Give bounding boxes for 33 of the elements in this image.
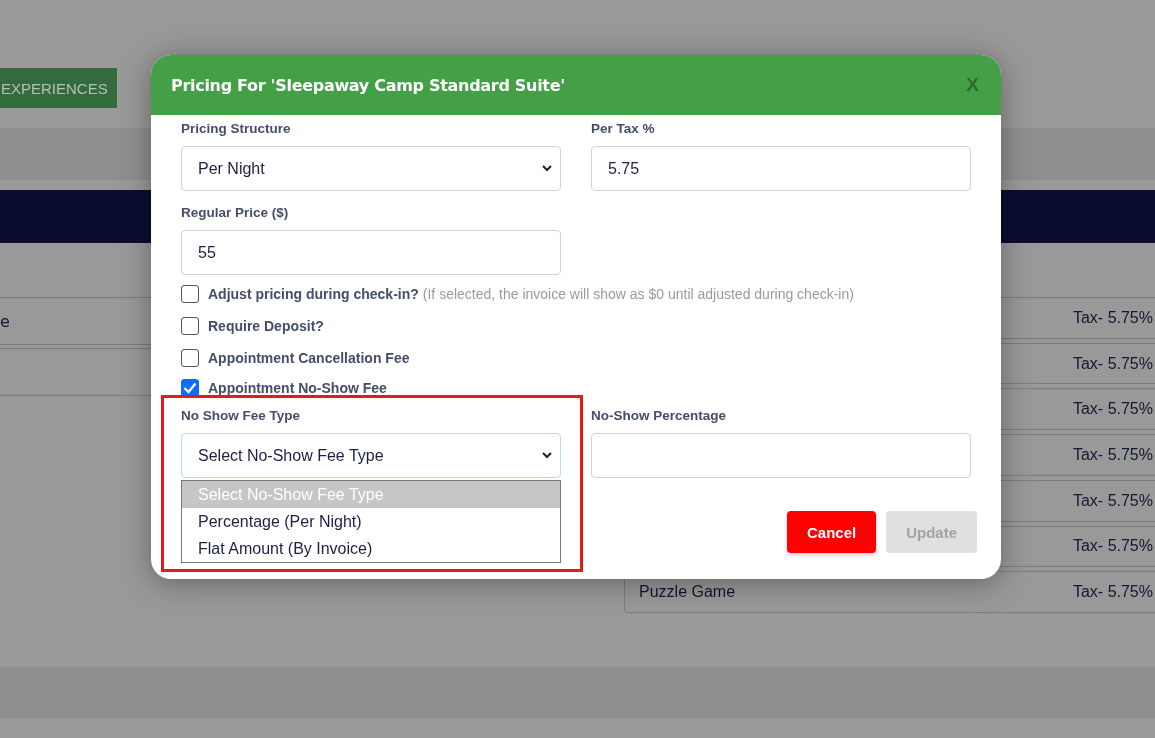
dialog-title: Pricing For 'Sleepaway Camp Standard Suite' (171, 75, 565, 95)
field-label: No Show Fee Type (181, 407, 301, 424)
field-label: Regular Price ($) (181, 204, 290, 221)
item-tax: Tax- 5.75% (1072, 491, 1153, 510)
chevron-icon (542, 452, 552, 459)
checkbox-label: Appointment Cancellation Fee (208, 350, 410, 366)
cancel-button[interactable]: Cancel (786, 511, 877, 553)
chevron-icon (542, 165, 552, 172)
item-tax: Tax- 5.75% (1072, 308, 1153, 327)
price-input[interactable]: 55 (181, 230, 561, 275)
checkbox-label: Appointment No-Show Fee (208, 380, 387, 396)
item-tax: Tax- 5.75% (1072, 583, 1153, 602)
item-tax: Tax- 5.75% (1072, 446, 1153, 464)
tax-input[interactable]: 5.75 (591, 146, 971, 191)
dropdown-option[interactable]: Percentage (Per Night) (182, 508, 560, 535)
item-tax: Tax- 5.75% (1072, 354, 1153, 373)
row-text: e (0, 311, 10, 331)
fee-type-select[interactable]: Select No-Show Fee Type (181, 433, 561, 478)
item-name: Puzzle Game (639, 583, 736, 602)
checkbox-label: Adjust pricing during check-in? (208, 286, 419, 302)
checkbox-note: (If selected, the invoice will show as $0 until adjusted during check-in) (422, 286, 854, 302)
item-tax: Tax- 5.75% (1072, 400, 1153, 419)
percentage-input[interactable] (591, 433, 971, 478)
checkbox[interactable] (181, 349, 199, 367)
item-tax: Tax- 5.75% (1072, 537, 1153, 556)
checkbox[interactable] (181, 317, 199, 335)
field-label: Pricing Structure (181, 120, 292, 137)
dropdown-option[interactable]: Flat Amount (By Invoice) (182, 535, 560, 562)
checkbox[interactable] (181, 285, 199, 303)
field-label: Per Tax % (591, 120, 656, 137)
field-label: No-Show Percentage (591, 407, 728, 424)
pricing-structure-select[interactable]: Per Night (181, 146, 561, 191)
checkbox-label: Require Deposit? (208, 318, 324, 334)
